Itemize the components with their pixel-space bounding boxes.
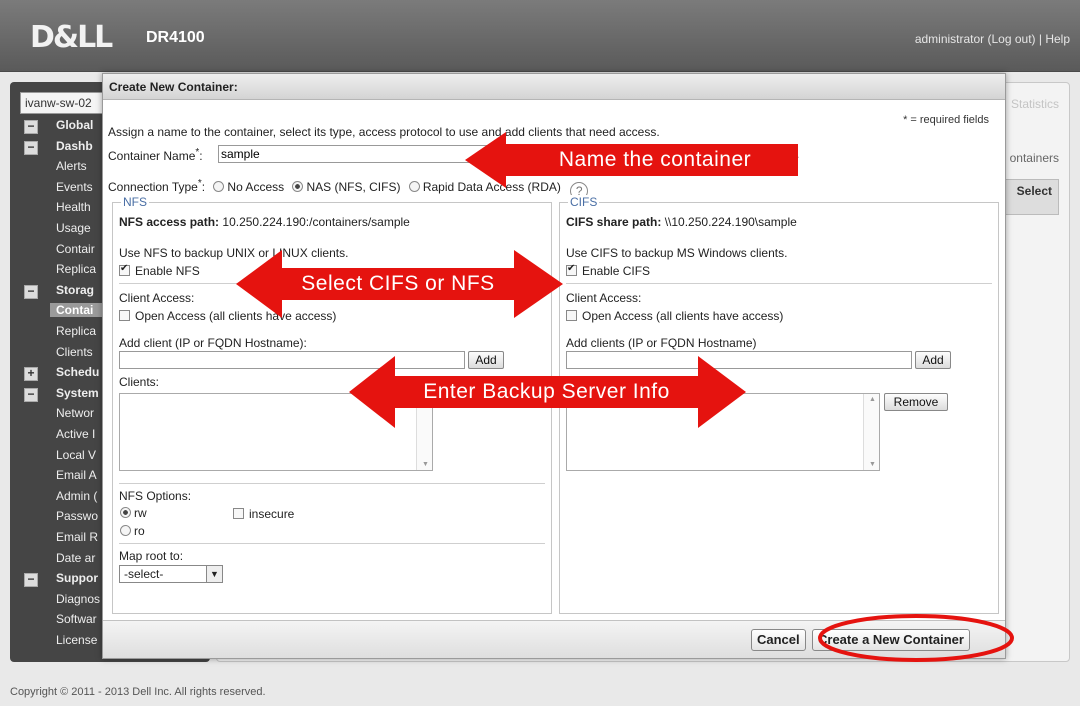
enter-callout: Enter Backup Server Info: [423, 380, 670, 403]
create-button-highlight: [818, 614, 1014, 662]
select-callout: Select CIFS or NFS: [301, 272, 495, 295]
annotation-overlay: [236, 132, 1014, 662]
name-callout: Name the container: [558, 148, 752, 171]
